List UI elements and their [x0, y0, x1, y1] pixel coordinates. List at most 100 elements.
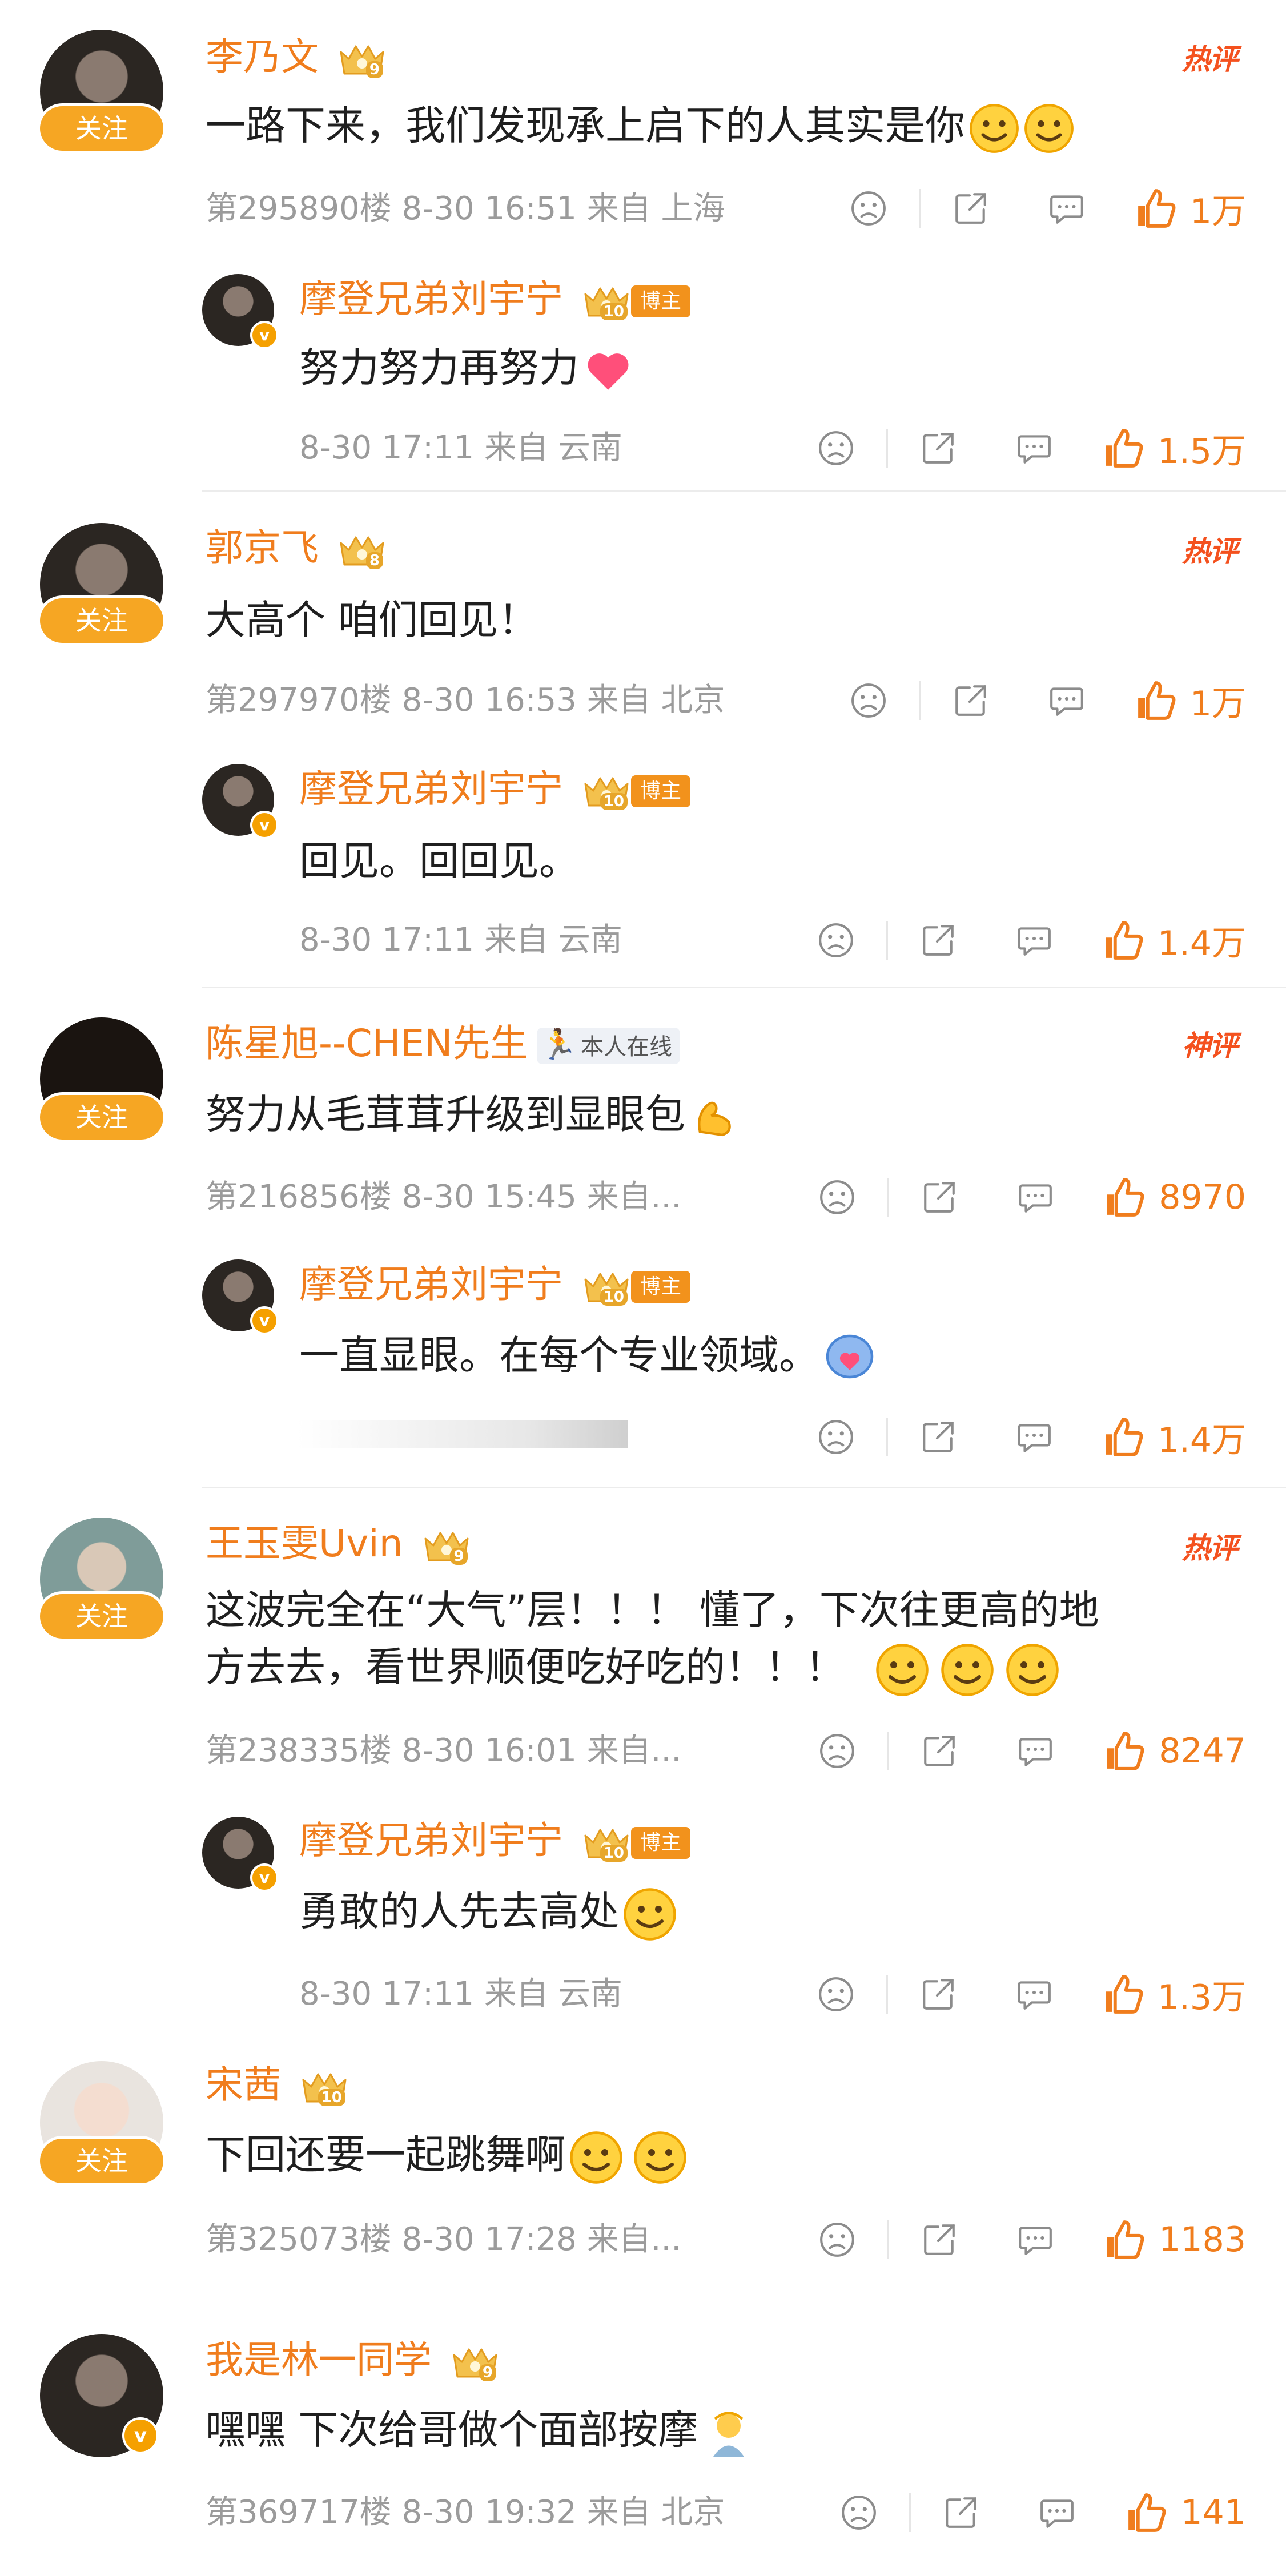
share-icon: [921, 1732, 958, 1770]
commenter-name-text[interactable]: 宋茜: [206, 2063, 281, 2107]
muscle-emoji-icon: [689, 1092, 740, 1143]
replier-name-text[interactable]: 摩登兄弟刘宇宁: [299, 277, 563, 321]
comment-icon: [1048, 682, 1086, 719]
follow-button[interactable]: 关注: [40, 2139, 163, 2183]
thumbs-up-icon: [1102, 1415, 1145, 1459]
commenter-name[interactable]: 李乃文 9: [206, 34, 387, 80]
comment-actions: 8970: [809, 1172, 1246, 1223]
commenter-name-text[interactable]: 李乃文: [206, 35, 319, 79]
commenter-name[interactable]: 王玉雯Uvin 9: [206, 1521, 471, 1567]
reply-button[interactable]: [1006, 1969, 1063, 2020]
replier-name[interactable]: 摩登兄弟刘宇宁 10 博主: [299, 1818, 690, 1863]
comment-text-content: 嘿嘿 下次给哥做个面部按摩: [206, 2406, 698, 2453]
replier-name[interactable]: 摩登兄弟刘宇宁 10 博主: [299, 766, 690, 812]
reply-button[interactable]: [1007, 1725, 1064, 1777]
dislike-icon: [818, 1732, 856, 1770]
dislike-button[interactable]: [840, 183, 897, 234]
like-button[interactable]: 8970: [1103, 1176, 1246, 1219]
follow-button[interactable]: 关注: [40, 1594, 163, 1639]
share-button[interactable]: [910, 1969, 967, 2020]
dislike-button[interactable]: [809, 1172, 866, 1223]
reply-button[interactable]: [1007, 2214, 1064, 2265]
commenter-name-text[interactable]: 王玉雯Uvin: [206, 1522, 403, 1565]
divider: [887, 1732, 890, 1770]
comment-actions: 1183: [809, 2214, 1246, 2265]
dislike-button[interactable]: [840, 675, 897, 726]
dislike-button[interactable]: [809, 2214, 866, 2265]
dislike-icon: [817, 429, 855, 467]
like-button[interactable]: 1万: [1134, 184, 1246, 234]
verified-badge-icon: v: [122, 2417, 159, 2454]
commenter-name[interactable]: 宋茜 10: [206, 2062, 349, 2108]
reply-button[interactable]: [1006, 422, 1063, 474]
commenter-name-text[interactable]: 郭京飞: [206, 526, 319, 570]
divider: [886, 921, 888, 960]
comment-text-content: 下回还要一起跳舞啊: [206, 2131, 565, 2178]
like-button[interactable]: 1.4万: [1102, 916, 1246, 965]
reply-button[interactable]: [1007, 1172, 1064, 1223]
dislike-button[interactable]: [807, 915, 865, 966]
like-count: 1万: [1189, 683, 1246, 724]
share-button[interactable]: [910, 915, 967, 966]
like-button[interactable]: 141: [1124, 2491, 1246, 2534]
reply-text: 回见。回回见。: [299, 838, 579, 884]
share-button[interactable]: [942, 183, 999, 234]
replier-name-text[interactable]: 摩登兄弟刘宇宁: [299, 767, 563, 811]
commenter-name[interactable]: 陈星旭--CHEN先生 🏃 本人在线: [206, 1021, 681, 1066]
comment-icon: [1016, 1732, 1054, 1770]
replier-name[interactable]: 摩登兄弟刘宇宁 10 博主: [299, 276, 690, 322]
dislike-button[interactable]: [809, 1725, 866, 1777]
commenter-name-text[interactable]: 我是林一同学: [206, 2338, 432, 2382]
smirk-emoji-icon: [968, 103, 1020, 154]
like-button[interactable]: 1.4万: [1102, 1412, 1246, 1462]
reply-button[interactable]: [1038, 675, 1095, 726]
like-button[interactable]: 1183: [1103, 2218, 1246, 2261]
dislike-button[interactable]: [807, 1969, 865, 2020]
follow-button[interactable]: 关注: [40, 598, 163, 643]
share-button[interactable]: [911, 2214, 968, 2265]
location-placeholder-bar: [297, 1420, 628, 1448]
reply-text: 勇敢的人先去高处: [299, 1882, 677, 1942]
reply-button[interactable]: [1028, 2487, 1086, 2538]
comment-divider: [202, 490, 1286, 492]
comment-actions: 141: [830, 2487, 1246, 2538]
comment-item: v 我是林一同学 9 嘿嘿 下次给哥做个面部按摩 第369717楼 8-30 1…: [0, 2318, 1286, 2576]
reply-button[interactable]: [1038, 183, 1095, 234]
crown-level-icon: 10: [582, 1267, 631, 1307]
like-button[interactable]: 1.3万: [1102, 1970, 1246, 2019]
divider: [918, 189, 921, 228]
replier-name[interactable]: 摩登兄弟刘宇宁 10 博主: [299, 1262, 690, 1307]
like-button[interactable]: 8247: [1103, 1729, 1246, 1773]
like-button[interactable]: 1.5万: [1102, 424, 1246, 473]
commenter-name-text[interactable]: 陈星旭--CHEN先生: [206, 1021, 528, 1065]
level-number: 10: [600, 1844, 628, 1862]
comment-actions: 1万: [840, 675, 1246, 726]
level-number: 9: [479, 2364, 496, 2381]
like-button[interactable]: 1万: [1134, 676, 1246, 726]
share-button[interactable]: [910, 422, 967, 474]
replier-name-text[interactable]: 摩登兄弟刘宇宁: [299, 1818, 563, 1862]
share-button[interactable]: [942, 675, 999, 726]
level-number: 10: [600, 1288, 628, 1306]
share-button[interactable]: [911, 1725, 968, 1777]
commenter-name[interactable]: 郭京飞 8: [206, 525, 387, 571]
dislike-icon: [818, 1178, 856, 1216]
follow-button[interactable]: 关注: [40, 106, 163, 151]
share-button[interactable]: [933, 2487, 990, 2538]
replier-name-text[interactable]: 摩登兄弟刘宇宁: [299, 1262, 563, 1306]
share-button[interactable]: [910, 1411, 967, 1463]
divider: [887, 1178, 890, 1217]
blogger-badge: 博主: [630, 285, 690, 317]
verified-badge-icon: v: [250, 1306, 279, 1335]
reply-button[interactable]: [1006, 1411, 1063, 1463]
reply-button[interactable]: [1006, 915, 1063, 966]
dislike-button[interactable]: [807, 1411, 865, 1463]
heart-bubble-emoji-icon: [822, 1331, 877, 1386]
dislike-button[interactable]: [807, 422, 865, 474]
commenter-name[interactable]: 我是林一同学 9: [206, 2337, 500, 2383]
dislike-button[interactable]: [830, 2487, 887, 2538]
comment-text-content: 一路下来，我们发现承上启下的人其实是你: [206, 102, 965, 149]
share-button[interactable]: [911, 1172, 968, 1223]
follow-button[interactable]: 关注: [40, 1095, 163, 1140]
online-status-label: 本人在线: [581, 1033, 673, 1060]
